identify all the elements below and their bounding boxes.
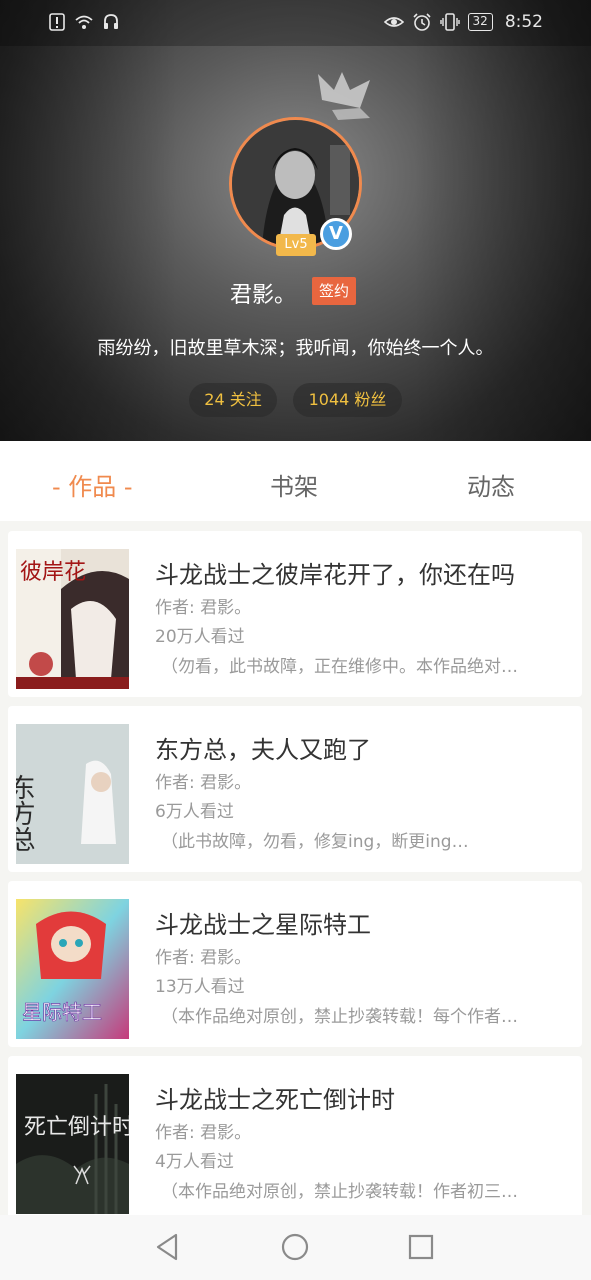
book-title[interactable]: 东方总，夫人又跑了 <box>155 730 371 765</box>
battery-icon: 32 <box>467 13 493 31</box>
alert-icon <box>49 13 65 31</box>
profile-header: 32 8:52 Lv5 V 君影。 签约 雨纷纷，旧故里草木深；我听闻，你始终一… <box>0 0 591 441</box>
tab-activity[interactable]: 动态 <box>467 467 515 502</box>
book-description: （勿看，此书故障，正在维修中。本作品绝对… <box>161 657 518 677</box>
crown-icon <box>318 72 370 120</box>
book-card[interactable]: 死亡倒计时 斗龙战士之死亡倒计时 作者: 君影。 4万人看过 （本作品绝对原创，… <box>8 1056 582 1222</box>
book-author: 作者: 君影。 <box>155 773 252 793</box>
book-card[interactable]: 彼岸花 斗龙战士之彼岸花开了，你还在吗 作者: 君影。 20万人看过 （勿看，此… <box>8 531 582 697</box>
book-views: 4万人看过 <box>155 1152 234 1172</box>
back-icon[interactable] <box>152 1231 184 1263</box>
fans-count-button[interactable]: 1044 粉丝 <box>293 383 402 417</box>
system-navigation-bar <box>0 1215 591 1280</box>
home-icon[interactable] <box>279 1231 311 1263</box>
book-cover[interactable]: 星际特工 <box>16 899 129 1039</box>
book-description: （本作品绝对原创，禁止抄袭转载！每个作者… <box>161 1007 518 1027</box>
book-cover[interactable]: 彼岸花 <box>16 549 129 689</box>
cover-title-text: 彼岸花 <box>20 560 86 585</box>
wifi-icon <box>75 15 93 29</box>
username: 君影。 <box>230 283 297 308</box>
cover-art-image: 东方总 <box>16 724 129 864</box>
level-badge: Lv5 <box>276 234 316 256</box>
vibrate-icon <box>439 13 460 31</box>
clock-time: 8:52 <box>504 12 543 32</box>
profile-motto: 雨纷纷，旧故里草木深；我听闻，你始终一个人。 <box>97 338 494 359</box>
cover-art-image: 彼岸花 <box>16 549 129 689</box>
book-views: 6万人看过 <box>155 802 234 822</box>
cover-art-image: 死亡倒计时 <box>16 1074 129 1214</box>
book-views: 13万人看过 <box>155 977 245 997</box>
book-author: 作者: 君影。 <box>155 1123 252 1143</box>
cover-title-text: 东方总 <box>16 774 35 852</box>
verified-icon: V <box>320 218 352 250</box>
following-count-button[interactable]: 24 关注 <box>189 383 277 417</box>
book-author: 作者: 君影。 <box>155 948 252 968</box>
book-title[interactable]: 斗龙战士之彼岸花开了，你还在吗 <box>155 555 515 590</box>
book-description: （此书故障，勿看，修复ing，断更ing… <box>161 832 469 852</box>
cover-art-image: 星际特工 <box>16 899 129 1039</box>
tab-bookshelf[interactable]: 书架 <box>270 467 318 502</box>
book-title[interactable]: 斗龙战士之死亡倒计时 <box>155 1080 395 1115</box>
headset-icon <box>104 14 118 29</box>
book-views: 20万人看过 <box>155 627 245 647</box>
profile-tabs: - 作品 - 书架 动态 <box>0 441 591 521</box>
book-cover[interactable]: 死亡倒计时 <box>16 1074 129 1214</box>
recents-icon[interactable] <box>405 1231 437 1263</box>
cover-title-text: 星际特工 <box>22 1000 102 1024</box>
book-author: 作者: 君影。 <box>155 598 252 618</box>
book-description: （本作品绝对原创，禁止抄袭转载！作者初三… <box>161 1182 518 1202</box>
alarm-icon <box>412 13 431 31</box>
status-bar: 32 8:52 <box>0 0 591 46</box>
tab-works[interactable]: - 作品 - <box>52 467 133 502</box>
eye-icon <box>383 17 404 27</box>
cover-title-text: 死亡倒计时 <box>24 1115 129 1140</box>
book-card[interactable]: 星际特工 斗龙战士之星际特工 作者: 君影。 13万人看过 （本作品绝对原创，禁… <box>8 881 582 1047</box>
book-title[interactable]: 斗龙战士之星际特工 <box>155 905 371 940</box>
book-card[interactable]: 东方总 东方总，夫人又跑了 作者: 君影。 6万人看过 （此书故障，勿看，修复i… <box>8 706 582 872</box>
book-cover[interactable]: 东方总 <box>16 724 129 864</box>
signed-badge: 签约 <box>312 277 357 305</box>
